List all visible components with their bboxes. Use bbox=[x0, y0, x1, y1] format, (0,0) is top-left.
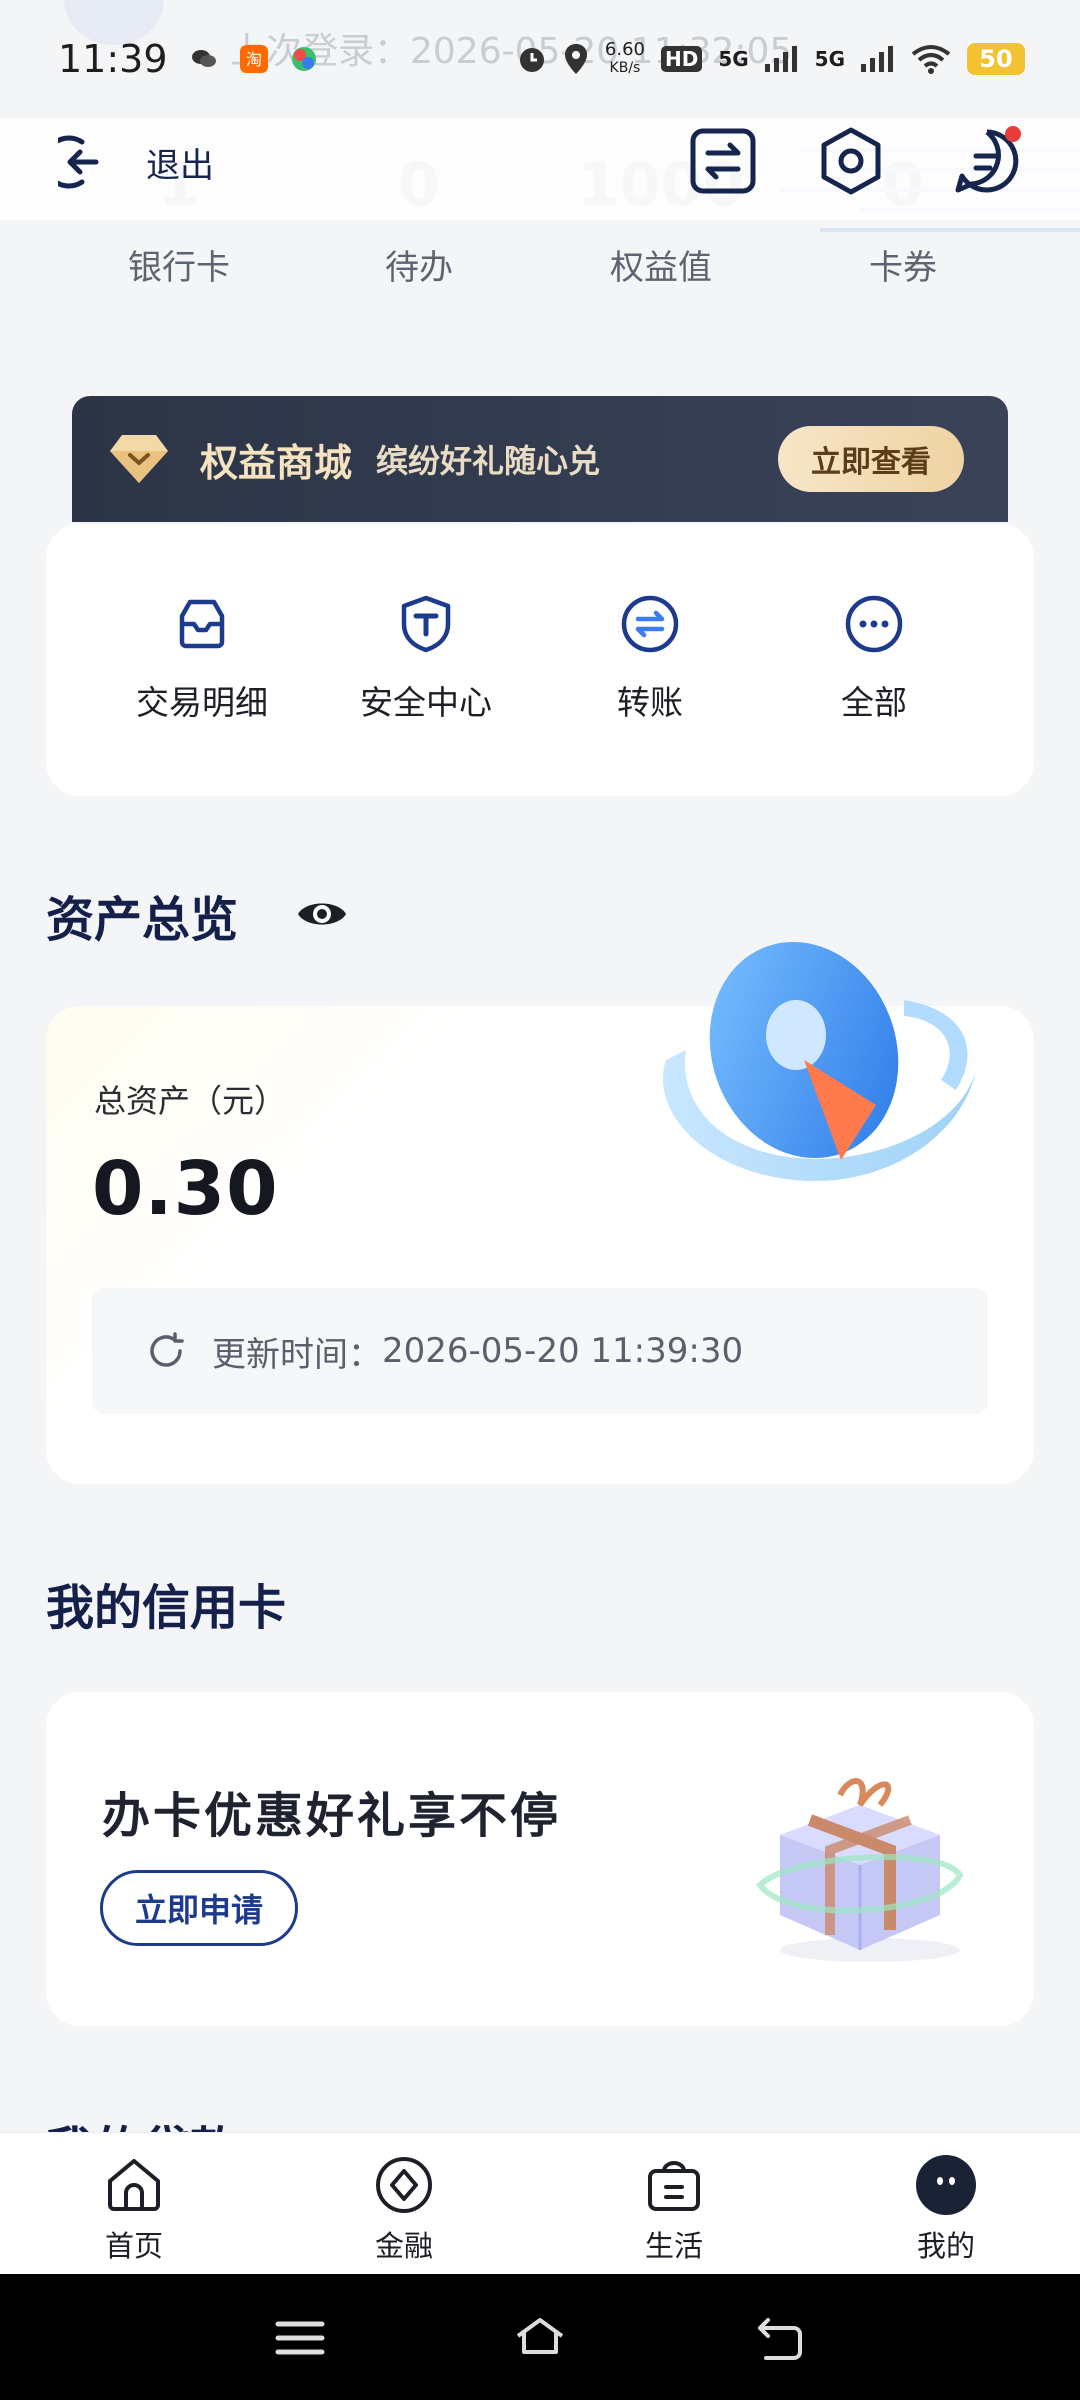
assets-overview-title: 资产总览 bbox=[46, 892, 239, 948]
signal-bars-icon bbox=[764, 46, 797, 72]
unread-dot bbox=[1005, 126, 1021, 142]
transfer-switch-icon[interactable] bbox=[688, 126, 758, 196]
shield-icon bbox=[401, 595, 451, 653]
logout-icon bbox=[58, 135, 99, 189]
battery-indicator: 50 bbox=[967, 43, 1025, 75]
apply-now-button[interactable]: 立即申请 bbox=[100, 1870, 298, 1946]
credit-promo-text: 办卡优惠好礼享不停 bbox=[102, 1788, 562, 1844]
banner-title: 权益商城 bbox=[200, 440, 353, 485]
nav-finance[interactable]: 金融 bbox=[324, 2153, 484, 2265]
update-time-label: 更新时间： bbox=[212, 1334, 382, 1375]
inbox-icon bbox=[179, 599, 225, 649]
hd-badge: HD bbox=[660, 46, 703, 72]
signal-bars-icon-2 bbox=[861, 46, 893, 72]
network-speed: 6.60 KB/s bbox=[604, 39, 645, 77]
exit-button[interactable]: 退出 bbox=[58, 130, 214, 194]
quick-action-label: 交易明细 bbox=[136, 683, 268, 722]
status-bar: 11:39 淘 6.60 KB/s HD 5G 5G 50 bbox=[0, 0, 1080, 118]
wifi-icon bbox=[911, 45, 951, 74]
alarm-icon bbox=[519, 48, 544, 72]
nav-label: 生活 bbox=[644, 2229, 703, 2263]
transfer-icon bbox=[621, 595, 679, 653]
rewards-mall-banner[interactable]: 权益商城 缤纷好礼随心兑 立即查看 bbox=[72, 396, 1008, 522]
total-assets-value: 0.30 bbox=[92, 1146, 279, 1232]
home-system-icon[interactable] bbox=[514, 2312, 566, 2364]
update-time-bar[interactable]: 更新时间： 2026-05-20 11:39:30 bbox=[92, 1288, 988, 1414]
system-navigation-bar bbox=[0, 2274, 1080, 2400]
pie-chart-illustration bbox=[662, 941, 976, 1181]
total-assets-label: 总资产（元） bbox=[94, 1082, 287, 1120]
eye-icon[interactable] bbox=[296, 892, 348, 936]
signal-5g-1: 5G bbox=[718, 47, 749, 71]
stat-label-bank-card[interactable]: 银行卡 bbox=[94, 240, 264, 289]
nav-life[interactable]: 生活 bbox=[594, 2153, 754, 2265]
status-time: 11:39 bbox=[58, 37, 168, 81]
update-time-value: 2026-05-20 11:39:30 bbox=[382, 1331, 744, 1371]
location-icon bbox=[564, 44, 587, 74]
finance-icon bbox=[376, 2157, 432, 2213]
life-icon bbox=[648, 2161, 700, 2211]
nav-profile[interactable]: 我的 bbox=[866, 2153, 1026, 2265]
stat-label-coupon[interactable]: 卡券 bbox=[818, 240, 988, 289]
app-icon bbox=[291, 47, 316, 71]
credit-card-title: 我的信用卡 bbox=[46, 1580, 287, 1636]
quick-actions-card: 交易明细 安全中心 转账 全部 bbox=[46, 524, 1034, 796]
menu-icon[interactable] bbox=[274, 2312, 326, 2364]
wechat-icon bbox=[191, 50, 216, 67]
stat-label-points[interactable]: 权益值 bbox=[576, 240, 746, 289]
quick-action-label: 安全中心 bbox=[360, 683, 492, 722]
home-icon bbox=[108, 2159, 160, 2211]
quick-action-all[interactable]: 全部 bbox=[774, 594, 974, 724]
profile-icon bbox=[916, 2155, 976, 2215]
taobao-icon: 淘 bbox=[239, 45, 268, 73]
bottom-navigation: 首页 金融 生活 我的 bbox=[0, 2132, 1080, 2274]
quick-action-transactions[interactable]: 交易明细 bbox=[102, 594, 302, 724]
quick-action-label: 全部 bbox=[841, 683, 907, 722]
settings-icon[interactable] bbox=[816, 126, 886, 196]
exit-label: 退出 bbox=[146, 145, 214, 186]
nav-label: 我的 bbox=[916, 2229, 975, 2263]
quick-action-label: 转账 bbox=[617, 683, 683, 722]
quick-action-transfer[interactable]: 转账 bbox=[550, 594, 750, 724]
back-icon[interactable] bbox=[754, 2312, 806, 2364]
more-icon bbox=[845, 595, 903, 653]
svg-text:淘: 淘 bbox=[246, 50, 262, 69]
banner-subtitle: 缤纷好礼随心兑 bbox=[376, 442, 601, 480]
nav-label: 首页 bbox=[104, 2229, 163, 2263]
signal-5g-2: 5G bbox=[814, 47, 845, 71]
quick-action-security[interactable]: 安全中心 bbox=[326, 594, 526, 724]
refresh-icon bbox=[150, 1332, 184, 1367]
top-header: 退出 bbox=[0, 118, 1080, 220]
nav-home[interactable]: 首页 bbox=[54, 2153, 214, 2265]
view-now-button[interactable]: 立即查看 bbox=[778, 426, 964, 492]
stat-label-todo[interactable]: 待办 bbox=[334, 240, 504, 289]
gift-box-illustration bbox=[756, 1778, 964, 1962]
diamond-icon bbox=[110, 435, 168, 483]
nav-label: 金融 bbox=[374, 2229, 433, 2263]
